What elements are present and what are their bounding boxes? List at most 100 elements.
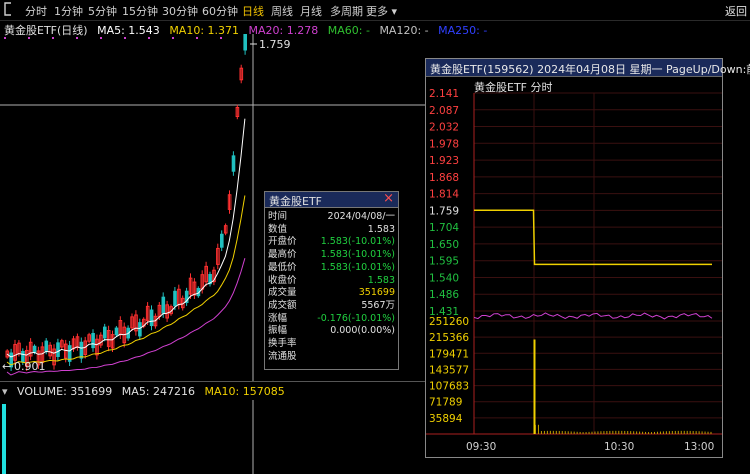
tab-30min[interactable]: 30分钟 — [162, 3, 198, 19]
tab-more[interactable]: 更多 ▾ — [366, 3, 397, 19]
info-row: 最高价 1.583(-10.01%) — [265, 249, 398, 260]
tab-multi-period[interactable]: 多周期 — [330, 3, 363, 19]
volume-tick-label: 251260 — [429, 316, 469, 328]
intraday-price-line — [474, 209, 712, 266]
candle — [243, 34, 247, 51]
info-key: 数值 — [268, 223, 288, 235]
candle — [138, 322, 142, 337]
info-row: 最低价 1.583(-10.01%) — [265, 262, 398, 273]
back-bracket-icon[interactable] — [3, 2, 13, 19]
info-value: 5567万 — [361, 299, 395, 311]
price-tick-label: 1.486 — [429, 289, 459, 301]
price-tick-label: 1.814 — [429, 189, 459, 201]
info-key: 最低价 — [268, 261, 297, 273]
tab-15min[interactable]: 15分钟 — [122, 3, 158, 19]
chevron-down-icon: ▾ — [391, 5, 398, 18]
price-tick-label: 2.087 — [429, 105, 459, 117]
price-tick-label: 1.923 — [429, 155, 459, 167]
price-tick-label: 1.704 — [429, 222, 459, 234]
volume-tick-label: 143577 — [429, 364, 469, 376]
info-key: 成交额 — [268, 299, 297, 311]
info-value: 1.583(-10.01%) — [320, 249, 395, 261]
info-value: -0.176(-10.01%) — [317, 312, 395, 324]
info-row: 时间 2024/04/08/一 — [265, 211, 398, 222]
info-row: 涨幅 -0.176(-10.01%) — [265, 313, 398, 324]
info-key: 最高价 — [268, 249, 297, 261]
panel-divider — [0, 381, 425, 382]
volume-tick-label: 179471 — [429, 348, 469, 360]
price-tick-label: 1.978 — [429, 138, 459, 150]
tab-daily[interactable]: 日线 — [242, 3, 264, 19]
price-tick-label: 1.540 — [429, 272, 459, 284]
period-toolbar: 分时 1分钟 5分钟 15分钟 30分钟 60分钟 日线 周线 月线 多周期 更… — [0, 0, 750, 21]
info-key: 时间 — [268, 211, 288, 222]
candle — [161, 296, 166, 314]
price-tick-label: 1.650 — [429, 239, 459, 251]
info-value: 351699 — [358, 287, 395, 299]
tab-more-label: 更多 — [366, 5, 388, 18]
candle — [44, 340, 49, 352]
volume-tick-label: 71789 — [429, 397, 462, 409]
info-row: 换手率 — [265, 338, 398, 349]
info-row: 开盘价 1.583(-10.01%) — [265, 236, 398, 247]
time-tick-label: 13:00 — [684, 441, 714, 453]
price-tick-label: 2.032 — [429, 122, 459, 134]
tab-60min[interactable]: 60分钟 — [202, 3, 238, 19]
tab-weekly[interactable]: 周线 — [271, 3, 293, 19]
low-price-arrow: ← — [2, 360, 11, 373]
time-tick-label: 10:30 — [604, 441, 634, 453]
tab-1min[interactable]: 1分钟 — [54, 3, 83, 19]
volume-legend: ▾ VOLUME: 351699 MA5: 247216 MA10: 15708… — [2, 385, 291, 398]
popup-title: 黄金股ETF — [269, 195, 322, 208]
tab-monthly[interactable]: 月线 — [300, 3, 322, 19]
candle — [231, 155, 236, 172]
volume-chart[interactable] — [0, 400, 425, 474]
intraday-chart[interactable]: 2.141 2.087 2.032 1.978 1.923 1.868 1.814 1.759… — [426, 59, 722, 457]
volume-collapse-icon[interactable]: ▾ — [2, 385, 8, 398]
candle — [173, 290, 177, 307]
ma250-value: MA250: - — [438, 24, 488, 37]
candle — [56, 342, 60, 357]
candle — [114, 327, 119, 336]
info-value: 1.583(-10.01%) — [320, 236, 395, 248]
info-row: 流通股 — [265, 351, 398, 362]
popup-header[interactable]: 黄金股ETF × — [265, 191, 398, 208]
intraday-avg-line — [473, 312, 713, 320]
info-row: 成交额 5567万 — [265, 300, 398, 311]
info-value: 1.583 — [367, 223, 395, 235]
price-tick-label: 1.595 — [429, 256, 459, 268]
high-price-label: 1.759 — [259, 38, 291, 51]
price-tick-label: 2.141 — [429, 88, 459, 100]
candle — [220, 233, 224, 248]
close-icon[interactable]: × — [383, 191, 394, 206]
tab-fenshi[interactable]: 分时 — [25, 3, 47, 19]
info-key: 振幅 — [268, 325, 288, 337]
candle — [32, 345, 37, 353]
info-key: 涨幅 — [268, 312, 288, 324]
low-price-label: 0.901 — [14, 360, 46, 373]
time-tick-label: 09:30 — [466, 441, 496, 453]
volume-ma10: MA10: 157085 — [204, 385, 285, 398]
intraday-window[interactable]: 黄金股ETF(159562) 2024年04月08日 星期一 PageUp/Do… — [425, 58, 750, 458]
info-row: 成交量 351699 — [265, 287, 398, 298]
volume-value: VOLUME: 351699 — [17, 385, 113, 398]
info-key: 收盘价 — [268, 274, 297, 286]
info-value: 1.583 — [367, 274, 395, 286]
info-value: 2024/04/08/一 — [327, 211, 395, 222]
back-button[interactable]: 返回 — [725, 3, 747, 19]
info-value: 1.583(-10.01%) — [320, 261, 395, 273]
info-value: 0.000(0.00%) — [330, 325, 395, 337]
info-row: 数值 1.583 — [265, 224, 398, 235]
candle — [149, 309, 154, 327]
info-key: 开盘价 — [268, 236, 297, 248]
volume-tick-label: 215366 — [429, 332, 469, 344]
volume-tick-label: 107683 — [429, 381, 469, 393]
price-tick-label: 1.759 — [429, 205, 459, 217]
volume-ma5: MA5: 247216 — [121, 385, 196, 398]
info-key: 流通股 — [268, 350, 297, 362]
candle — [103, 326, 107, 339]
data-info-popup[interactable]: 黄金股ETF × 时间 2024/04/08/一数值 1.583 开盘价 1.583(-… — [264, 191, 399, 370]
tab-5min[interactable]: 5分钟 — [88, 3, 117, 19]
info-key: 换手率 — [268, 338, 297, 349]
candle — [91, 332, 95, 349]
